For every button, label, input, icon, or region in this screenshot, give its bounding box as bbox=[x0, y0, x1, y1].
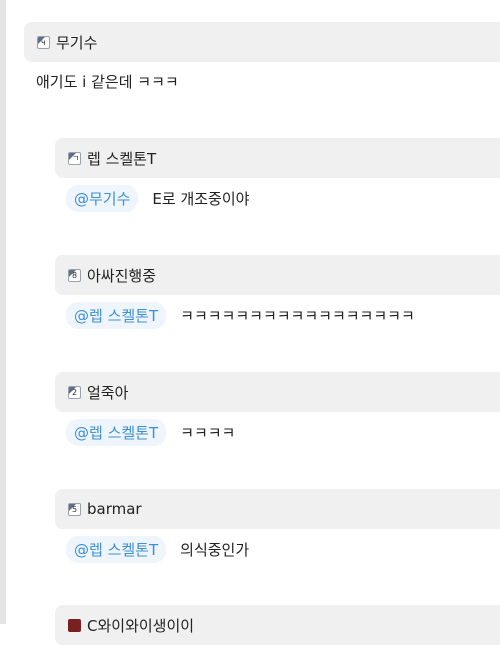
comment-author-bar: ч 무기수 bbox=[24, 22, 500, 62]
comment-body: 애기도 i 같은데 ㅋㅋㅋ bbox=[36, 68, 179, 94]
reply-author[interactable]: 렙 스켈톤T bbox=[87, 148, 156, 169]
level-badge-icon bbox=[68, 618, 81, 632]
reply-author[interactable]: C와이와이생이이 bbox=[87, 615, 194, 636]
reply-body: @렙 스켈톤T ㅋㅋㅋㅋ bbox=[66, 418, 236, 446]
reply-author[interactable]: 아싸진행중 bbox=[87, 265, 156, 286]
level-badge-icon: ч bbox=[37, 35, 50, 49]
reply-author[interactable]: 얼죽아 bbox=[87, 382, 128, 403]
reply-body: @렙 스켈톤T 의식중인가 bbox=[66, 535, 250, 563]
reply-text: 의식중인가 bbox=[180, 540, 250, 559]
reply-text: ㅋㅋㅋㅋ bbox=[180, 423, 236, 442]
reply-author-bar: ㄱ 렙 스켈톤T bbox=[55, 138, 500, 178]
mention-tag[interactable]: @렙 스켈톤T bbox=[66, 418, 167, 446]
comment-text: 애기도 i 같은데 ㅋㅋㅋ bbox=[36, 72, 179, 91]
comment-author[interactable]: 무기수 bbox=[56, 32, 97, 53]
level-badge-icon: 5 bbox=[68, 502, 81, 516]
mention-tag[interactable]: @무기수 bbox=[66, 184, 139, 212]
reply-author[interactable]: barmar bbox=[87, 500, 142, 518]
reply-author-bar: 2 얼죽아 bbox=[55, 372, 500, 412]
thread-rail bbox=[0, 0, 6, 624]
reply-author-bar: 8 아싸진행중 bbox=[55, 255, 500, 295]
mention-tag[interactable]: @렙 스켈톤T bbox=[66, 535, 167, 563]
reply-text: E로 개조중이야 bbox=[152, 189, 250, 208]
reply-body: @무기수 E로 개조중이야 bbox=[66, 184, 250, 212]
mention-tag[interactable]: @렙 스켈톤T bbox=[66, 301, 167, 329]
level-badge-icon: 2 bbox=[68, 385, 81, 399]
level-badge-icon: ㄱ bbox=[68, 151, 81, 165]
reply-author-bar: C와이와이생이이 bbox=[55, 605, 500, 645]
reply-body: @렙 스켈톤T ㅋㅋㅋㅋㅋㅋㅋㅋㅋㅋㅋㅋㅋㅋㅋㅋㅋ bbox=[66, 301, 415, 329]
reply-author-bar: 5 barmar bbox=[55, 489, 500, 529]
level-badge-icon: 8 bbox=[68, 268, 81, 282]
reply-text: ㅋㅋㅋㅋㅋㅋㅋㅋㅋㅋㅋㅋㅋㅋㅋㅋㅋ bbox=[180, 306, 415, 325]
